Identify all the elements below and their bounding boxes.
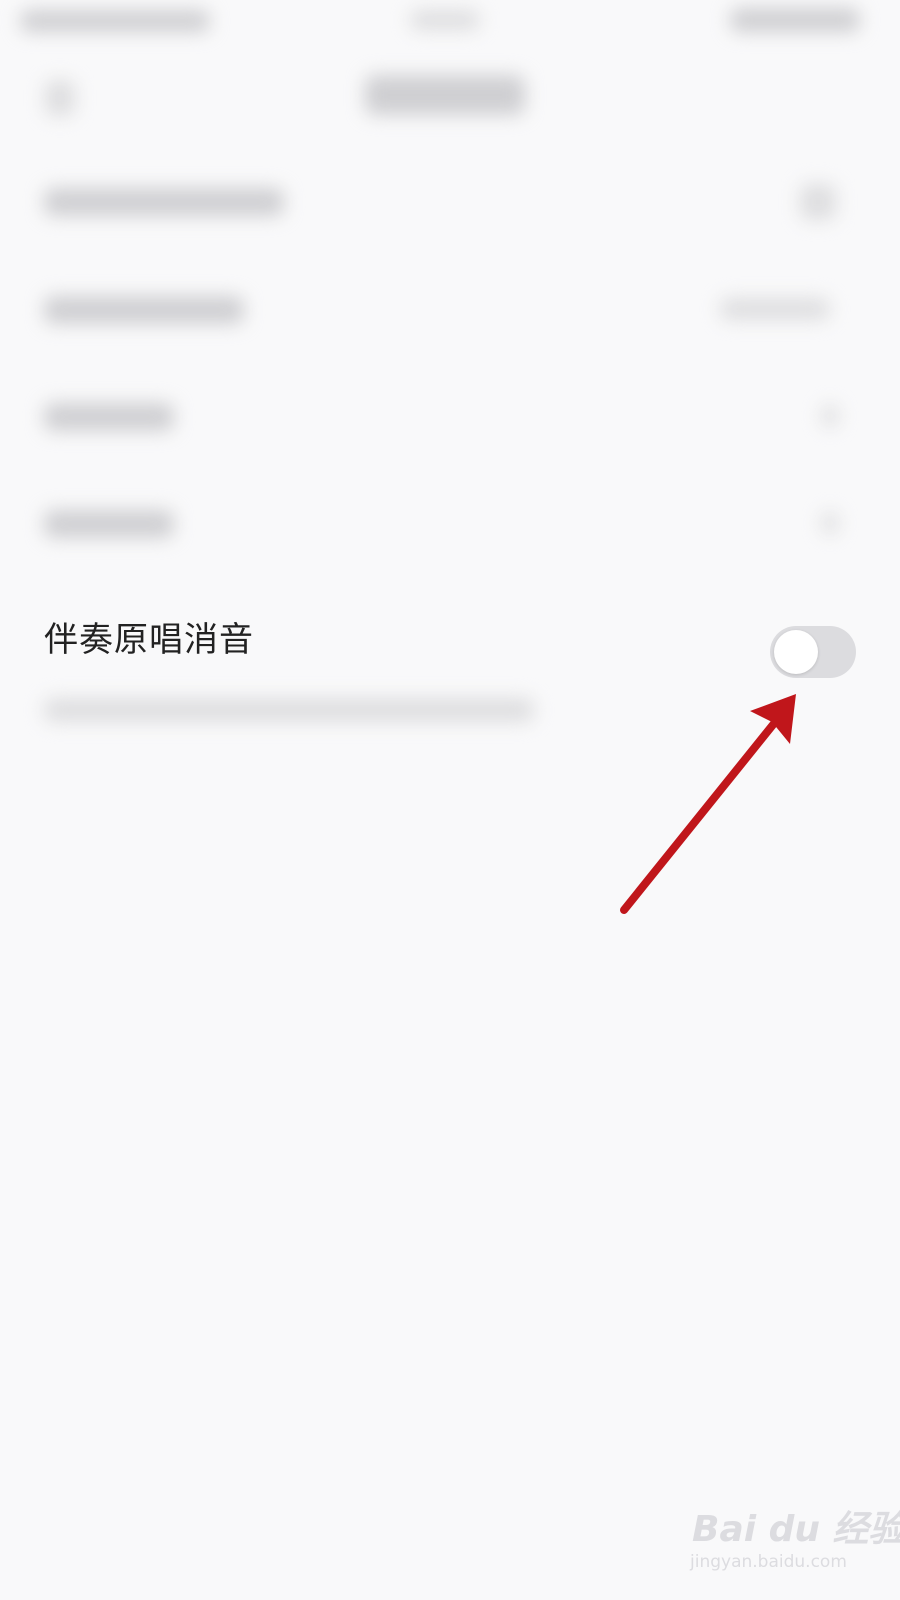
row-label-blurred [44,510,174,538]
row-chevron-blurred [822,405,838,427]
row-label-blurred [44,188,284,216]
status-carrier-blurred [20,10,210,32]
page-title-blurred [365,75,525,115]
accompaniment-mute-setting-row: 伴奏原唱消音 [0,600,900,682]
setting-description-blurred [0,690,900,750]
watermark-url: jingyan.baidu.com [690,1552,847,1572]
row-control-blurred[interactable] [800,184,836,220]
settings-row-blurred-1[interactable] [0,150,900,250]
status-bar [0,0,900,50]
accompaniment-mute-label: 伴奏原唱消音 [44,620,254,660]
accompaniment-mute-toggle[interactable] [770,626,856,678]
toggle-knob [774,630,818,674]
description-text-blurred [44,698,534,722]
back-arrow-icon[interactable] [45,80,75,116]
watermark-logo: Bai du 经验 [692,1509,900,1550]
nav-bar [0,50,900,150]
status-time-blurred [410,10,480,30]
status-indicators-blurred [730,8,860,32]
row-chevron-blurred [822,512,838,534]
row-value-blurred [720,298,830,320]
baidu-jingyan-watermark: Bai du 经验 jingyan.baidu.com [688,1500,900,1580]
settings-row-blurred-4[interactable] [0,472,900,572]
settings-row-blurred-2[interactable] [0,258,900,358]
row-label-blurred [44,296,244,324]
settings-row-blurred-3[interactable] [0,365,900,465]
row-label-blurred [44,403,174,431]
